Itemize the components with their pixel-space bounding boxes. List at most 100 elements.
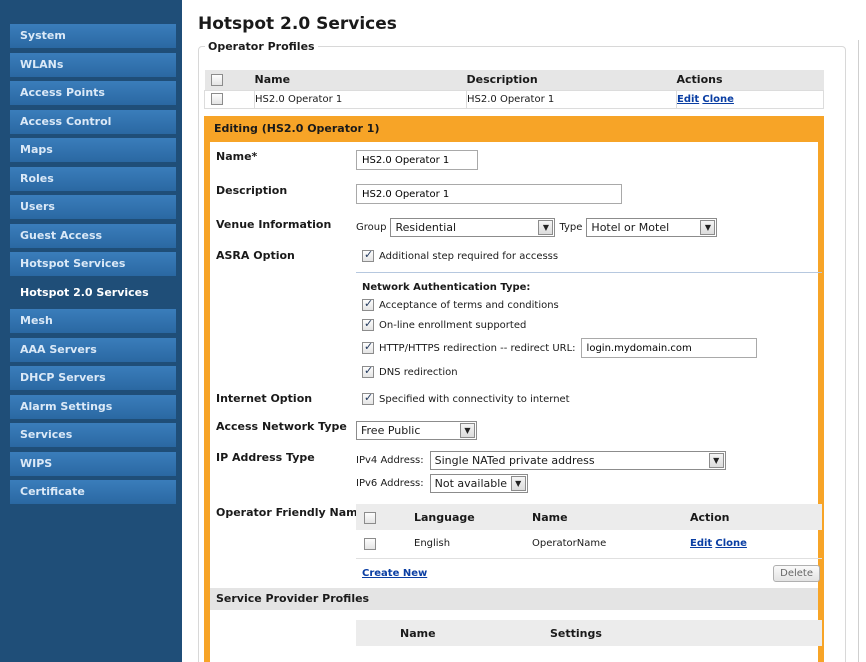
select-all-checkbox[interactable] <box>210 74 223 87</box>
ipv6-value: Not available <box>434 477 508 490</box>
service-provider-block: Name Settings <box>356 620 822 646</box>
edit-link[interactable]: Edit <box>690 538 712 549</box>
chevron-down-icon: ▼ <box>538 220 554 235</box>
auth-enrollment-checkbox[interactable] <box>362 317 374 331</box>
chevron-down-icon: ▼ <box>700 220 716 235</box>
asra-label: ASRA Option <box>216 249 295 262</box>
auth-dns-checkbox[interactable] <box>362 364 374 378</box>
sidebar-item-certificate[interactable]: Certificate <box>10 480 176 504</box>
ipv4-select[interactable]: Single NATed private address ▼ <box>429 451 726 470</box>
column-header-settings: Settings <box>550 620 822 646</box>
venue-label: Venue Information <box>216 218 332 231</box>
ipv6-row: IPv6 Address: Not available ▼ <box>356 474 528 493</box>
friendly-name-label: Operator Friendly Name <box>216 506 366 519</box>
sidebar-item-mesh[interactable]: Mesh <box>10 309 176 333</box>
sidebar-item-aaa-servers[interactable]: AAA Servers <box>10 337 176 362</box>
editor-body: Name* Description Venue Information Grou… <box>210 142 822 662</box>
row-checkbox[interactable] <box>364 537 376 550</box>
row-name: OperatorName <box>532 530 690 559</box>
select-all-cell <box>204 70 255 90</box>
name-label: Name* <box>216 150 258 163</box>
asra-checkbox[interactable] <box>362 248 374 262</box>
column-header-description: Description <box>466 70 677 90</box>
auth-redirect-label: HTTP/HTTPS redirection -- redirect URL: <box>379 342 576 354</box>
row-select-cell <box>204 89 255 109</box>
ipv4-row: IPv4 Address: Single NATed private addre… <box>356 451 726 470</box>
service-provider-band: Service Provider Profiles <box>210 588 818 610</box>
divider <box>356 272 822 273</box>
auth-terms-label: Acceptance of terms and conditions <box>379 299 559 311</box>
sidebar-item-services[interactable]: Services <box>10 423 176 447</box>
asra-checkbox-label: Additional step required for accesss <box>379 250 559 262</box>
network-auth-title: Network Authentication Type: <box>362 282 531 293</box>
auth-redirect-option: HTTP/HTTPS redirection -- redirect URL: <box>362 338 757 358</box>
sidebar-item-users[interactable]: Users <box>10 195 176 219</box>
clone-link[interactable]: Clone <box>702 94 734 105</box>
chevron-down-icon: ▼ <box>510 476 526 491</box>
select-all-checkbox[interactable] <box>364 511 376 524</box>
chevron-down-icon: ▼ <box>708 453 724 468</box>
friendly-name-block: Language Name Action English OperatorNam… <box>356 504 822 582</box>
table-header-row: Name Settings <box>356 620 822 646</box>
row-actions: Edit Clone <box>676 89 824 109</box>
venue-type-select[interactable]: Hotel or Motel ▼ <box>586 218 718 237</box>
sidebar-item-wlans[interactable]: WLANs <box>10 52 176 77</box>
table-row: HS2.0 Operator 1 HS2.0 Operator 1 Edit C… <box>204 89 824 109</box>
internet-checkbox-label: Specified with connectivity to internet <box>379 393 570 405</box>
sidebar: System WLANs Access Points Access Contro… <box>0 0 182 662</box>
ipv4-value: Single NATed private address <box>434 454 595 467</box>
row-description: HS2.0 Operator 1 <box>466 89 677 109</box>
sidebar-item-maps[interactable]: Maps <box>10 138 176 162</box>
sidebar-item-guest-access[interactable]: Guest Access <box>10 223 176 248</box>
sidebar-item-access-points[interactable]: Access Points <box>10 81 176 105</box>
table-header-row: Language Name Action <box>356 504 822 530</box>
row-language: English <box>414 530 532 559</box>
sidebar-item-dhcp-servers[interactable]: DHCP Servers <box>10 366 176 390</box>
auth-dns-label: DNS redirection <box>379 366 458 378</box>
row-checkbox[interactable] <box>211 93 223 105</box>
sidebar-item-wips[interactable]: WIPS <box>10 451 176 476</box>
ipv6-label: IPv6 Address: <box>356 478 424 489</box>
description-label: Description <box>216 184 288 197</box>
column-header-name: Name <box>532 504 690 530</box>
sidebar-item-access-control[interactable]: Access Control <box>10 109 176 134</box>
internet-checkbox[interactable] <box>362 391 374 405</box>
editor-title: Editing (HS2.0 Operator 1) <box>214 122 380 135</box>
section-title: Operator Profiles <box>208 40 315 53</box>
scrollbar[interactable] <box>858 40 866 662</box>
description-input[interactable] <box>356 184 622 204</box>
asra-option: Additional step required for accesss <box>362 248 559 262</box>
delete-button[interactable]: Delete <box>773 564 820 582</box>
service-provider-label: Service Provider Profiles <box>216 592 370 605</box>
ipv6-select[interactable]: Not available ▼ <box>429 474 528 493</box>
sidebar-item-hotspot-2-services[interactable]: Hotspot 2.0 Services <box>10 280 176 305</box>
access-network-select[interactable]: Free Public ▼ <box>356 421 477 440</box>
main-content: Hotspot 2.0 Services Operator Profiles N… <box>182 0 866 662</box>
redirect-url-input[interactable] <box>580 338 757 358</box>
name-input[interactable] <box>356 150 478 170</box>
venue-type-label: Type <box>559 222 583 233</box>
column-header-actions: Actions <box>676 70 824 90</box>
create-new-link[interactable]: Create New <box>362 568 427 579</box>
venue-group-select[interactable]: Residential ▼ <box>390 218 556 237</box>
service-provider-table: Name Settings <box>356 620 822 646</box>
ipv4-label: IPv4 Address: <box>356 455 424 466</box>
auth-enrollment-option: On-line enrollment supported <box>362 317 526 331</box>
access-network-value: Free Public <box>361 424 421 437</box>
edit-link[interactable]: Edit <box>677 94 699 105</box>
column-header-name: Name <box>400 620 550 646</box>
sidebar-item-roles[interactable]: Roles <box>10 166 176 191</box>
auth-redirect-checkbox[interactable] <box>362 340 374 354</box>
row-name: HS2.0 Operator 1 <box>254 89 467 109</box>
table-row: English OperatorName Edit Clone <box>356 530 822 559</box>
venue-group-label: Group <box>356 222 387 233</box>
sidebar-item-system[interactable]: System <box>10 24 176 48</box>
sidebar-item-alarm-settings[interactable]: Alarm Settings <box>10 394 176 419</box>
clone-link[interactable]: Clone <box>715 538 747 549</box>
select-column-header <box>356 620 400 646</box>
auth-terms-checkbox[interactable] <box>362 297 374 311</box>
access-network-label: Access Network Type <box>216 420 347 433</box>
ip-type-label: IP Address Type <box>216 451 315 464</box>
internet-label: Internet Option <box>216 392 313 405</box>
sidebar-item-hotspot-services[interactable]: Hotspot Services <box>10 252 176 276</box>
